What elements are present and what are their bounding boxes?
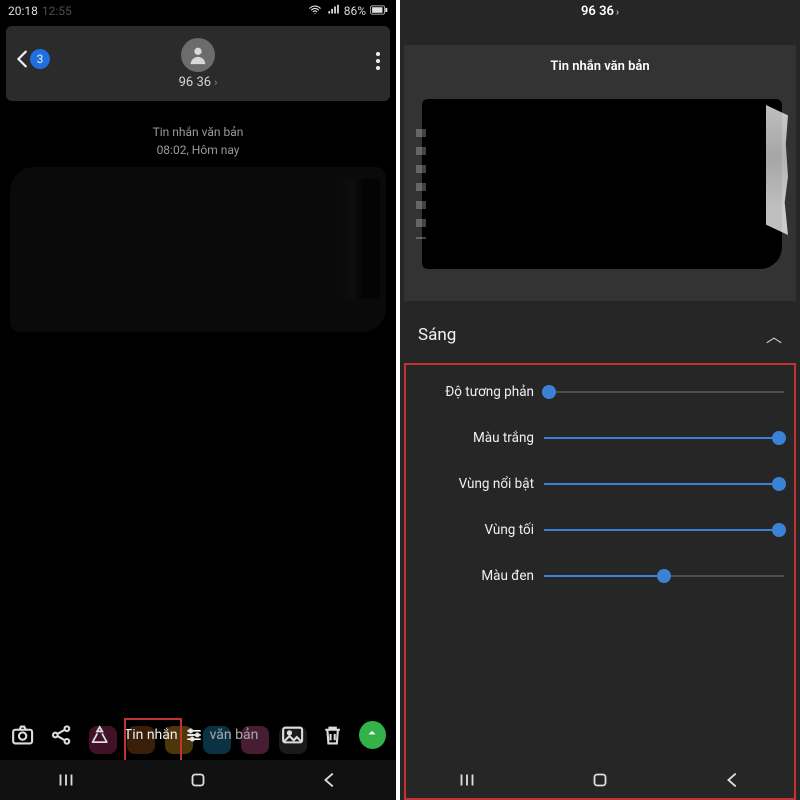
input-placeholder-1: Tin nhắn: [124, 727, 178, 743]
slider-track[interactable]: [544, 428, 784, 448]
unread-count-badge: 3: [30, 49, 50, 69]
slider-thumb[interactable]: [772, 477, 786, 491]
preview-redacted: [422, 99, 782, 269]
slider-thumb[interactable]: [542, 385, 556, 399]
slider-thumb[interactable]: [657, 569, 671, 583]
preview-caption: Tin nhắn văn bản: [404, 59, 796, 74]
status-time-2: 12:55: [42, 4, 72, 18]
slider-row: Vùng tối: [416, 507, 784, 553]
more-menu-button[interactable]: [376, 52, 380, 70]
message-meta: Tin nhắn văn bản 08:02, Hôm nay: [0, 123, 396, 159]
battery-pct: 86%: [344, 4, 366, 18]
messaging-screen: 20:18 12:55 86% 3 96 36 ›: [0, 0, 400, 800]
editor-header: 96 36›: [400, 0, 800, 19]
chat-header: 3 96 36 ›: [6, 26, 390, 101]
appstore-icon[interactable]: [89, 722, 110, 748]
chevron-right-icon: ›: [616, 7, 619, 18]
share-icon[interactable]: [49, 722, 74, 748]
back-nav-button[interactable]: [319, 769, 341, 791]
message-type-label: Tin nhắn văn bản: [0, 123, 396, 141]
trash-icon[interactable]: [320, 722, 345, 748]
message-bubble[interactable]: [10, 167, 386, 332]
contact-name[interactable]: 96 36 ›: [179, 75, 218, 90]
input-placeholder-2: văn bản: [210, 727, 259, 743]
chevron-up-icon: ︿: [766, 323, 782, 347]
editor-screen: 96 36› Tin nhắn văn bản Sáng ︿ Độ tương …: [400, 0, 800, 800]
slider-row: Độ tương phản: [416, 369, 784, 415]
slider-track[interactable]: [544, 474, 784, 494]
status-icons: 86%: [308, 3, 388, 20]
android-navbar-left: [0, 760, 396, 800]
avatar[interactable]: [181, 38, 215, 72]
chevron-right-icon: ›: [214, 76, 217, 89]
signal-icon: [326, 3, 340, 20]
slider-row: Màu trắng: [416, 415, 784, 461]
slider-label: Vùng nổi bật: [416, 476, 544, 492]
home-button[interactable]: [589, 769, 611, 791]
recents-button[interactable]: [456, 769, 478, 791]
recents-button[interactable]: [55, 769, 77, 791]
slider-label: Độ tương phản: [416, 384, 544, 400]
brightness-section-header[interactable]: Sáng ︿: [400, 301, 800, 363]
android-navbar-right: [400, 760, 800, 800]
wifi-icon: [308, 3, 322, 20]
slider-row: Vùng nổi bật: [416, 461, 784, 507]
composer-bar: Tin nhắn văn bản: [0, 712, 396, 758]
slider-row: Màu đen: [416, 553, 784, 599]
redacted-content: [340, 179, 380, 299]
back-button[interactable]: 3: [12, 48, 50, 70]
back-nav-button[interactable]: [722, 769, 744, 791]
message-input[interactable]: Tin nhắn văn bản: [124, 718, 258, 752]
message-timestamp: 08:02, Hôm nay: [0, 141, 396, 159]
slider-label: Vùng tối: [416, 522, 544, 538]
slider-label: Màu trắng: [416, 430, 544, 446]
status-time-1: 20:18: [8, 4, 38, 18]
edit-preview[interactable]: Tin nhắn văn bản: [404, 45, 796, 301]
slider-track[interactable]: [544, 520, 784, 540]
slider-thumb[interactable]: [772, 431, 786, 445]
slider-label: Màu đen: [416, 568, 544, 584]
camera-icon[interactable]: [10, 722, 35, 748]
home-button[interactable]: [187, 769, 209, 791]
slider-track[interactable]: [544, 382, 784, 402]
battery-icon: [370, 4, 388, 19]
editor-contact-name: 96 36: [581, 4, 614, 19]
send-button[interactable]: [359, 721, 386, 749]
status-bar: 20:18 12:55 86%: [0, 0, 396, 22]
slider-track[interactable]: [544, 566, 784, 586]
section-title: Sáng: [418, 325, 456, 345]
sliders-panel: Độ tương phản Màu trắng Vùng nổi bật Vùng t…: [404, 363, 796, 800]
adjust-sliders-icon[interactable]: [184, 722, 204, 748]
slider-thumb[interactable]: [772, 523, 786, 537]
gallery-icon[interactable]: [280, 722, 305, 748]
